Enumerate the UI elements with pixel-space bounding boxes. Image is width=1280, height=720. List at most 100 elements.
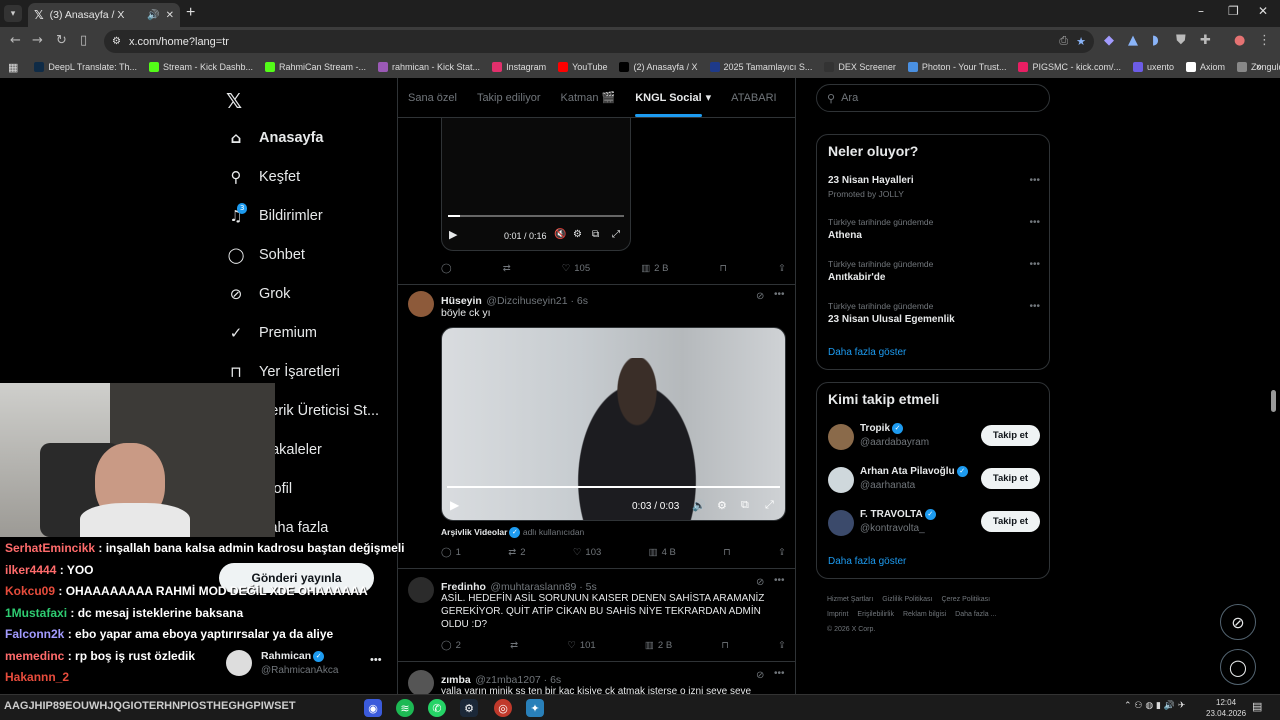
- nav-item-1[interactable]: ⚲ Keşfet: [227, 168, 301, 186]
- speaker-icon[interactable]: 🔊: [147, 10, 159, 21]
- fullscreen-icon[interactable]: ⤢: [612, 229, 620, 240]
- tweet-more-icon[interactable]: •••: [774, 668, 785, 679]
- bookmark-item[interactable]: rahmican - Kick Stat...: [378, 62, 480, 72]
- apps-grid-icon[interactable]: ▦: [8, 61, 18, 74]
- bookmark-item[interactable]: DEX Screener: [824, 62, 896, 72]
- trend-more-icon[interactable]: •••: [1029, 175, 1040, 186]
- bookmark-action-icon[interactable]: ⊓: [721, 640, 728, 651]
- nav-item-6[interactable]: ⊓ Yer İşaretleri: [227, 363, 340, 381]
- reload-icon[interactable]: ↻: [56, 33, 67, 48]
- bookmark-item[interactable]: Axiom: [1186, 62, 1225, 72]
- messages-fab-icon[interactable]: ◯: [1220, 649, 1256, 685]
- extension-icon-3[interactable]: ◗: [1152, 33, 1159, 48]
- bookmark-action-icon[interactable]: ⊓: [720, 263, 727, 274]
- footer-link[interactable]: Daha fazla ...: [955, 611, 996, 618]
- chat-username[interactable]: Hakannn_2: [5, 670, 69, 684]
- discord-icon[interactable]: ◉: [364, 699, 382, 717]
- site-info-icon[interactable]: ⚙: [112, 36, 121, 47]
- trend-more-icon[interactable]: •••: [1029, 259, 1040, 270]
- tray-icons[interactable]: ⌃ ⚇ ◍ ▮ 🔊 ✈: [1124, 701, 1185, 711]
- volume-icon[interactable]: 🔇: [554, 229, 566, 240]
- extensions-puzzle-icon[interactable]: ✚: [1200, 33, 1211, 48]
- chat-username[interactable]: 1Mustafaxi: [5, 606, 67, 620]
- tweet[interactable]: Hüseyin @Dizcihuseyin21 · 6s ⊘ ••• böyle…: [398, 285, 795, 569]
- bookmarks-overflow-icon[interactable]: »: [1256, 61, 1262, 73]
- video-player[interactable]: ▶ 0:01 / 0:16 🔇 ⚙ ⧉ ⤢: [441, 118, 631, 251]
- reply-button[interactable]: ◯ 1: [441, 547, 461, 558]
- timeline-tab[interactable]: Katman 🎬: [561, 91, 616, 104]
- follow-suggestion[interactable]: F. TRAVOLTA ✓ @kontravolta_ Takip et: [828, 509, 1040, 539]
- install-icon[interactable]: ⎙: [1059, 35, 1068, 48]
- obs-icon[interactable]: ◎: [494, 699, 512, 717]
- bookmark-item[interactable]: DeepL Translate: Th...: [34, 62, 137, 72]
- extension-icon-2[interactable]: ▲: [1128, 33, 1138, 48]
- chat-username[interactable]: SerhatEmincikk: [5, 541, 95, 555]
- back-icon[interactable]: ←: [10, 33, 21, 48]
- steam-icon[interactable]: ⚙: [460, 699, 478, 717]
- trend-more-icon[interactable]: •••: [1029, 301, 1040, 312]
- share-icon[interactable]: ⇪: [778, 547, 786, 558]
- video-progress-track[interactable]: [447, 486, 780, 488]
- settings-icon[interactable]: ⚙: [573, 229, 582, 240]
- bookmark-star-icon[interactable]: ★: [1076, 35, 1086, 48]
- footer-link[interactable]: Imprint: [827, 611, 848, 618]
- footer-link[interactable]: Gizlilik Politikası: [882, 596, 932, 603]
- browser-menu-icon[interactable]: ⋮: [1258, 33, 1271, 48]
- address-bar[interactable]: ⚙ x.com/home?lang=tr ⎙ ★: [104, 30, 1094, 53]
- timeline-tab[interactable]: KNGL Social: [635, 92, 703, 117]
- tweet[interactable]: zımba @z1mba1207 · 6s ⊘ ••• yalla yarın …: [398, 662, 795, 694]
- who-more-link[interactable]: Daha fazla göster: [828, 556, 906, 567]
- chat-username[interactable]: ilker4444: [5, 563, 56, 577]
- retweet-icon[interactable]: ⇄: [503, 263, 511, 274]
- bookmark-item[interactable]: uxento: [1133, 62, 1174, 72]
- like-button[interactable]: ♡ 105: [562, 263, 590, 274]
- bookmark-item[interactable]: YouTube: [558, 62, 607, 72]
- trend-item[interactable]: 23 Nisan Hayalleri Promoted by JOLLY •••: [828, 175, 1040, 199]
- tab-search-button[interactable]: ▾: [4, 5, 22, 22]
- profile-avatar-icon[interactable]: ●: [1234, 33, 1245, 48]
- clock[interactable]: 12:04 23.04.2026: [1206, 697, 1246, 719]
- nav-item-5[interactable]: ✓ Premium: [227, 324, 317, 342]
- forward-icon[interactable]: →: [32, 33, 43, 48]
- footer-link[interactable]: Erişilebilirlik: [857, 611, 894, 618]
- nav-item-3[interactable]: ◯ Sohbet: [227, 246, 305, 264]
- notification-icon[interactable]: ▤: [1252, 700, 1262, 713]
- scrollbar[interactable]: [1271, 390, 1276, 412]
- app-icon[interactable]: ✦: [526, 699, 544, 717]
- reply-button[interactable]: ◯ 2: [441, 640, 461, 651]
- grok-icon[interactable]: ⊘: [756, 291, 764, 302]
- browser-tab[interactable]: 𝕏 (3) Anasayfa / X 🔊 ✕: [28, 3, 180, 27]
- play-icon[interactable]: ▶: [449, 228, 457, 241]
- bookmark-item[interactable]: (2) Anasayfa / X: [619, 62, 698, 72]
- fullscreen-icon[interactable]: ⤢: [765, 499, 774, 512]
- bookmark-item[interactable]: RahmiCan Stream -...: [265, 62, 366, 72]
- tweet[interactable]: Fredinho @muhtaraslann89 · 5s ⊘ ••• ASİL…: [398, 569, 795, 662]
- footer-link[interactable]: Çerez Politikası: [941, 596, 990, 603]
- pip-icon[interactable]: ⧉: [741, 499, 749, 512]
- footer-link[interactable]: Reklam bilgisi: [903, 611, 946, 618]
- maximize-icon[interactable]: ❐: [1228, 4, 1239, 18]
- retweet-button[interactable]: ⇄ 2: [508, 547, 525, 558]
- trend-more-icon[interactable]: •••: [1029, 217, 1040, 228]
- whatsapp-icon[interactable]: ✆: [428, 699, 446, 717]
- extension-icon-1[interactable]: ◆: [1104, 33, 1114, 48]
- retweet-icon[interactable]: ⇄: [510, 640, 518, 651]
- tweet-more-icon[interactable]: •••: [774, 289, 785, 300]
- follow-button[interactable]: Takip et: [981, 511, 1040, 532]
- volume-icon[interactable]: 🔊: [692, 499, 706, 512]
- chat-username[interactable]: memedinc: [5, 649, 64, 663]
- chevron-down-icon[interactable]: ▾: [706, 91, 712, 104]
- bookmark-item[interactable]: 2025 Tamamlayıcı S...: [709, 62, 812, 72]
- nav-item-4[interactable]: ⊘ Grok: [227, 285, 291, 303]
- like-button[interactable]: ♡ 103: [573, 547, 601, 558]
- views-button[interactable]: ▥ 4 B: [649, 547, 676, 558]
- close-window-icon[interactable]: ✕: [1258, 4, 1268, 18]
- chat-username[interactable]: Falconn2k: [5, 627, 64, 641]
- grok-icon[interactable]: ⊘: [756, 577, 764, 588]
- tweet[interactable]: ◯ 1⇄ 1♡ 3 ▶ 0:01 / 0:16 🔇 ⚙ ⧉ ⤢ ◯ ⇄ ♡ 10…: [398, 118, 795, 285]
- reply-icon[interactable]: ◯: [441, 263, 452, 274]
- spotify-icon[interactable]: ≋: [396, 699, 414, 717]
- settings-icon[interactable]: ⚙: [717, 499, 727, 512]
- footer-link[interactable]: Hizmet Şartları: [827, 596, 873, 603]
- trend-item[interactable]: Türkiye tarihinde gündemde Anıtkabir'de ••…: [828, 259, 1040, 283]
